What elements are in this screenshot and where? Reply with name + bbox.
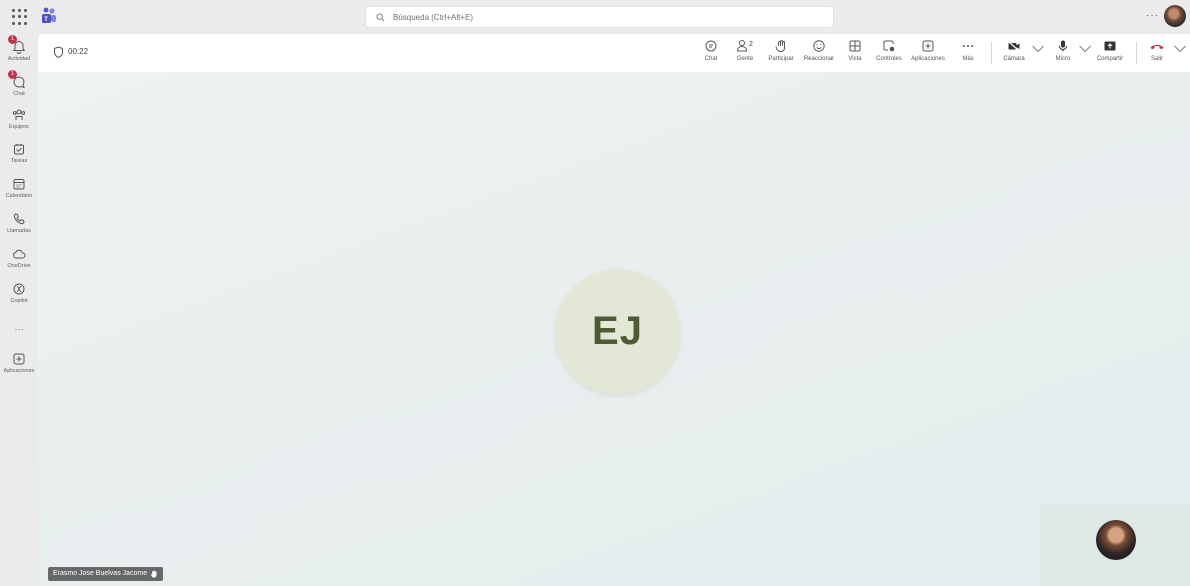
rail-item-label: Tareas [10, 158, 28, 164]
cloud-icon [13, 249, 26, 259]
toolbar-divider [991, 42, 992, 64]
rail-item-label: Llamadas [7, 228, 31, 234]
more-label: Más [962, 56, 974, 62]
apps-button[interactable]: Aplicaciones [906, 39, 950, 62]
search-placeholder: Búsqueda (Ctrl+Alt+E) [393, 12, 474, 22]
controls-button[interactable]: Controles [873, 39, 905, 62]
people-label: Gente [736, 56, 754, 62]
rail-item-actividad[interactable]: 1 Actividad [0, 35, 38, 62]
copilot-icon [13, 283, 25, 295]
rail-item-copilot[interactable]: Copilot [0, 282, 38, 304]
app-rail: 1 Actividad 1 Chat Equipos Tareas Calend… [0, 34, 38, 586]
mic-button[interactable]: Micro [1052, 39, 1074, 62]
chat-icon [705, 40, 717, 52]
controls-label: Controles [876, 56, 902, 62]
chat-badge: 1 [8, 70, 17, 79]
rail-item-label: Copilot [10, 298, 28, 304]
raise-hand-label: Participar [768, 56, 794, 62]
tasks-icon [14, 144, 24, 155]
rail-item-onedrive[interactable]: OneDrive [0, 247, 38, 269]
search-input[interactable]: Búsqueda (Ctrl+Alt+E) [365, 6, 834, 28]
people-count: 2 [749, 41, 753, 48]
camera-button[interactable]: Cámara [1000, 39, 1028, 62]
chat-label: Chat [704, 56, 718, 62]
grid-view-icon [849, 40, 861, 52]
raised-hand-icon [151, 570, 157, 578]
apps-label: Aplicaciones [911, 56, 945, 62]
camera-options-chevron-icon[interactable]: ⌵ [1032, 39, 1044, 57]
react-button[interactable]: Reaccionar [800, 39, 838, 62]
controls-icon [883, 40, 895, 52]
self-preview-tile[interactable] [1040, 504, 1190, 586]
share-screen-icon [1104, 41, 1116, 51]
leave-options-chevron-icon[interactable]: ⌵ [1174, 39, 1186, 57]
more-button[interactable]: Más [958, 39, 978, 62]
mic-options-chevron-icon[interactable]: ⌵ [1079, 39, 1091, 57]
rail-item-equipos[interactable]: Equipos [0, 108, 38, 130]
meeting-stage: 00:22 Chat 2 Gente Participar Reaccionar… [38, 34, 1190, 586]
participant-avatar: EJ [555, 269, 680, 394]
chat-button[interactable]: Chat [700, 39, 722, 62]
hand-icon [775, 40, 785, 53]
meeting-timer: 00:22 [68, 47, 89, 56]
rail-item-aplicaciones[interactable]: Aplicaciones [0, 352, 38, 374]
rail-item-label: Equipos [9, 124, 29, 130]
title-bar: T Búsqueda (Ctrl+Alt+E) ··· [0, 0, 1190, 34]
rail-item-chat[interactable]: 1 Chat [0, 70, 38, 97]
profile-avatar[interactable] [1164, 5, 1186, 27]
calendar-icon [13, 179, 25, 190]
view-label: Vista [848, 56, 862, 62]
participant-name: Erasmo Jose Buelvas Jacome [53, 570, 148, 577]
video-stage: EJ Erasmo Jose Buelvas Jacome [38, 72, 1190, 586]
share-button[interactable]: Compartir [1092, 39, 1128, 62]
meeting-shield-icon [54, 46, 63, 58]
meeting-toolbar: 00:22 Chat 2 Gente Participar Reaccionar… [38, 34, 1190, 72]
raise-hand-button[interactable]: Participar [764, 39, 798, 62]
apps-icon [13, 353, 25, 365]
add-app-icon [922, 40, 934, 52]
settings-more-icon[interactable]: ··· [1146, 10, 1159, 21]
camera-off-icon [1008, 41, 1020, 52]
rail-more-button[interactable]: ··· [0, 322, 38, 334]
participant-name-tag: Erasmo Jose Buelvas Jacome [48, 567, 164, 581]
camera-label: Cámara [1003, 56, 1025, 62]
rail-item-llamadas[interactable]: Llamadas [0, 212, 38, 234]
rail-item-label: Aplicaciones [3, 368, 35, 374]
teams-logo-icon: T [42, 7, 56, 23]
rail-item-label: Calendario [5, 193, 33, 199]
people-button[interactable]: 2 Gente [732, 39, 758, 62]
toolbar-divider [1136, 42, 1137, 64]
hang-up-icon [1150, 44, 1164, 50]
more-icon [963, 45, 973, 47]
app-launcher-icon[interactable] [12, 9, 28, 25]
mic-label: Micro [1055, 56, 1071, 62]
search-icon [376, 12, 385, 21]
self-avatar [1096, 520, 1136, 560]
rail-item-calendario[interactable]: Calendario [0, 177, 38, 199]
teams-icon [12, 109, 26, 120]
phone-icon [13, 213, 25, 225]
leave-button[interactable]: Salir [1146, 39, 1168, 62]
rail-item-label: Actividad [7, 56, 31, 62]
emoji-icon [813, 40, 825, 52]
more-icon: ··· [14, 324, 24, 334]
microphone-icon [1059, 40, 1067, 52]
activity-badge: 1 [8, 35, 17, 44]
share-label: Compartir [1096, 56, 1124, 62]
view-button[interactable]: Vista [844, 39, 866, 62]
svg-text:T: T [44, 17, 48, 23]
rail-item-label: Chat [13, 91, 25, 97]
rail-item-label: OneDrive [7, 263, 31, 269]
react-label: Reaccionar [803, 56, 835, 62]
rail-item-tareas[interactable]: Tareas [0, 142, 38, 164]
leave-label: Salir [1150, 56, 1163, 62]
